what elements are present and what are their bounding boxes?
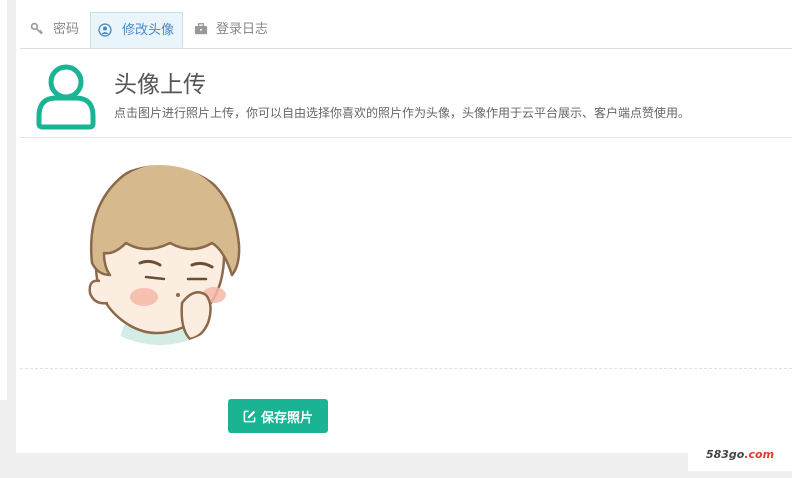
- settings-tabs: 密码 修改头像 登录日志: [20, 12, 792, 49]
- upload-header: 头像上传 点击图片进行照片上传，你可以自由选择你喜欢的照片作为头像，头像作用于云…: [20, 49, 792, 138]
- page-title: 头像上传: [114, 72, 206, 98]
- save-photo-button[interactable]: 保存照片: [228, 399, 328, 433]
- tab-login-log-label: 登录日志: [216, 22, 269, 37]
- section-divider: [20, 368, 792, 369]
- briefcase-icon: [194, 23, 208, 35]
- user-circle-icon: [98, 23, 112, 37]
- user-outline-icon: [36, 64, 96, 130]
- tab-password-label: 密码: [53, 22, 80, 37]
- save-photo-label: 保存照片: [260, 410, 313, 426]
- left-sidebar-edge: [0, 0, 7, 400]
- page-description: 点击图片进行照片上传，你可以自由选择你喜欢的照片作为头像，头像作用于云平台展示、…: [114, 106, 691, 120]
- tab-password[interactable]: 密码: [26, 12, 88, 47]
- watermark-tld: .com: [744, 448, 775, 461]
- avatar-image[interactable]: [74, 155, 244, 350]
- tab-login-log[interactable]: 登录日志: [190, 12, 276, 47]
- edit-icon: [243, 410, 256, 422]
- site-watermark: 583go.com: [688, 432, 792, 471]
- tab-change-avatar-label: 修改头像: [122, 23, 175, 38]
- cartoon-avatar-graphic: [88, 165, 241, 345]
- watermark-domain: 583go: [705, 448, 745, 461]
- key-icon: [30, 22, 43, 35]
- avatar-settings-panel: 密码 修改头像 登录日志 头像上传 点击图片进行照片上传，你可以自由选择你喜欢的: [16, 0, 792, 453]
- tab-change-avatar[interactable]: 修改头像: [90, 12, 183, 48]
